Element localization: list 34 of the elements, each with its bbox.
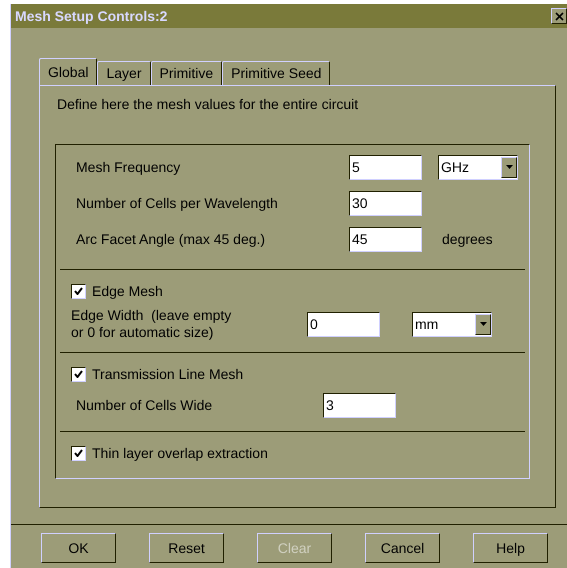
checkbox-label: Thin layer overlap extraction [92,444,268,463]
checkmark-icon [74,449,83,457]
field-label: Arc Facet Angle (max 45 deg.) [76,230,266,248]
input-field[interactable]: 45 [349,226,422,252]
checkbox[interactable] [71,366,86,382]
input-field[interactable]: 0 [307,312,380,336]
unit-dropdown[interactable]: mm [412,312,492,336]
dialog-button[interactable]: OK [41,533,116,563]
checkbox-label: Transmission Line Mesh [92,364,244,384]
description-text: Define here the mesh values for the entire circuit [56,95,360,114]
checkbox[interactable] [71,446,86,460]
tab[interactable]: Layer [97,61,150,85]
field-label: Number of Cells Wide [76,396,214,414]
tab[interactable]: Primitive Seed [222,61,330,85]
field-label: Mesh Frequency [76,158,182,176]
unit-label: degrees [442,230,493,249]
input-field[interactable]: 5 [349,154,422,180]
field-label: Number of Cells per Wavelength [76,194,279,212]
tab[interactable]: Global [39,58,98,85]
dialog-button[interactable]: Reset [149,533,224,563]
unit-dropdown[interactable]: GHz [438,154,518,180]
checkmark-icon [74,287,83,295]
field-label: Edge Width (leave empty or 0 for automatic size) [71,307,232,341]
checkbox[interactable] [71,284,86,298]
checkmark-icon [74,370,83,378]
tab[interactable]: Primitive [150,61,222,85]
checkbox-label: Edge Mesh [92,282,163,301]
window-title: Mesh Setup Controls:2 [15,6,168,26]
close-icon [554,12,564,20]
dialog-button[interactable]: Cancel [365,533,440,563]
close-button[interactable] [551,8,567,24]
input-field[interactable]: 3 [323,392,396,418]
dialog-button[interactable]: Help [473,533,548,563]
input-field[interactable]: 30 [349,190,422,216]
